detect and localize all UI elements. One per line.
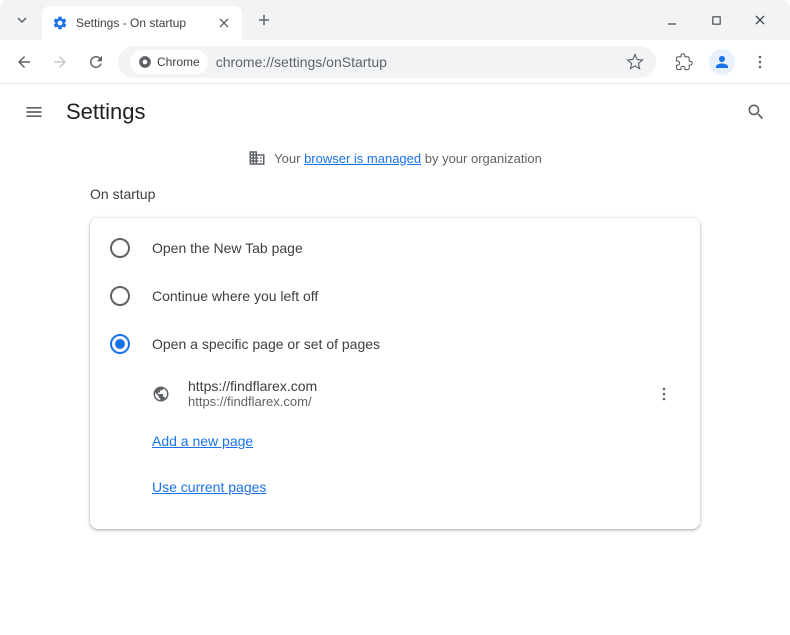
page-url: https://findflarex.com/ (188, 394, 634, 409)
page-name: https://findflarex.com (188, 378, 634, 394)
tab-close-button[interactable] (216, 15, 232, 31)
window-controls (658, 6, 782, 34)
url-text: chrome://settings/onStartup (216, 54, 618, 70)
reload-button[interactable] (82, 48, 110, 76)
tab-search-dropdown[interactable] (8, 6, 36, 34)
minimize-icon (666, 14, 678, 26)
forward-button[interactable] (46, 48, 74, 76)
maximize-button[interactable] (702, 6, 730, 34)
add-page-link[interactable]: Add a new page (152, 433, 253, 449)
chrome-menu-button[interactable] (746, 48, 774, 76)
extensions-button[interactable] (670, 48, 698, 76)
hamburger-icon (24, 102, 44, 122)
puzzle-icon (675, 53, 693, 71)
gear-icon (52, 15, 68, 31)
minimize-button[interactable] (658, 6, 686, 34)
back-button[interactable] (10, 48, 38, 76)
option-label: Continue where you left off (152, 288, 318, 304)
close-icon (754, 14, 766, 26)
radio-icon (110, 238, 130, 258)
section-heading: On startup (90, 186, 700, 202)
search-settings-button[interactable] (742, 98, 770, 126)
startup-card: Open the New Tab page Continue where you… (90, 218, 700, 529)
arrow-right-icon (51, 53, 69, 71)
settings-content: On startup Open the New Tab page Continu… (0, 176, 790, 539)
search-icon (746, 102, 766, 122)
maximize-icon (711, 15, 722, 26)
radio-icon (110, 286, 130, 306)
option-specific-pages[interactable]: Open a specific page or set of pages (90, 320, 700, 368)
option-label: Open a specific page or set of pages (152, 336, 380, 352)
use-current-link[interactable]: Use current pages (152, 479, 266, 495)
star-icon[interactable] (626, 53, 644, 71)
page-title: Settings (66, 99, 146, 125)
browser-toolbar: Chrome chrome://settings/onStartup (0, 40, 790, 84)
address-bar[interactable]: Chrome chrome://settings/onStartup (118, 46, 656, 78)
toolbar-actions (664, 48, 780, 76)
page-menu-button[interactable] (652, 382, 676, 406)
tab-title: Settings - On startup (76, 16, 208, 30)
dots-vertical-icon (656, 386, 672, 402)
page-info: https://findflarex.com https://findflare… (188, 378, 634, 409)
radio-icon (110, 334, 130, 354)
managed-link[interactable]: browser is managed (304, 151, 421, 166)
settings-header: Settings (0, 84, 790, 140)
avatar-icon (709, 49, 735, 75)
plus-icon (257, 13, 271, 27)
use-current-row: Use current pages (90, 465, 700, 511)
window-titlebar: Settings - On startup (0, 0, 790, 40)
startup-page-item: https://findflarex.com https://findflare… (90, 368, 700, 419)
option-label: Open the New Tab page (152, 240, 303, 256)
arrow-left-icon (15, 53, 33, 71)
site-chip-label: Chrome (157, 55, 200, 69)
add-page-row: Add a new page (90, 419, 700, 465)
managed-text: Your browser is managed by your organiza… (274, 151, 542, 166)
browser-tab[interactable]: Settings - On startup (42, 6, 242, 40)
building-icon (248, 149, 266, 167)
site-chip[interactable]: Chrome (130, 50, 208, 74)
globe-icon (152, 385, 170, 403)
chevron-down-icon (16, 14, 28, 26)
dots-vertical-icon (752, 54, 768, 70)
close-icon (219, 18, 229, 28)
close-window-button[interactable] (746, 6, 774, 34)
settings-menu-button[interactable] (20, 98, 48, 126)
reload-icon (87, 53, 105, 71)
chrome-icon (138, 55, 152, 69)
new-tab-button[interactable] (250, 6, 278, 34)
managed-banner: Your browser is managed by your organiza… (0, 140, 790, 176)
option-new-tab[interactable]: Open the New Tab page (90, 224, 700, 272)
option-continue[interactable]: Continue where you left off (90, 272, 700, 320)
profile-button[interactable] (708, 48, 736, 76)
